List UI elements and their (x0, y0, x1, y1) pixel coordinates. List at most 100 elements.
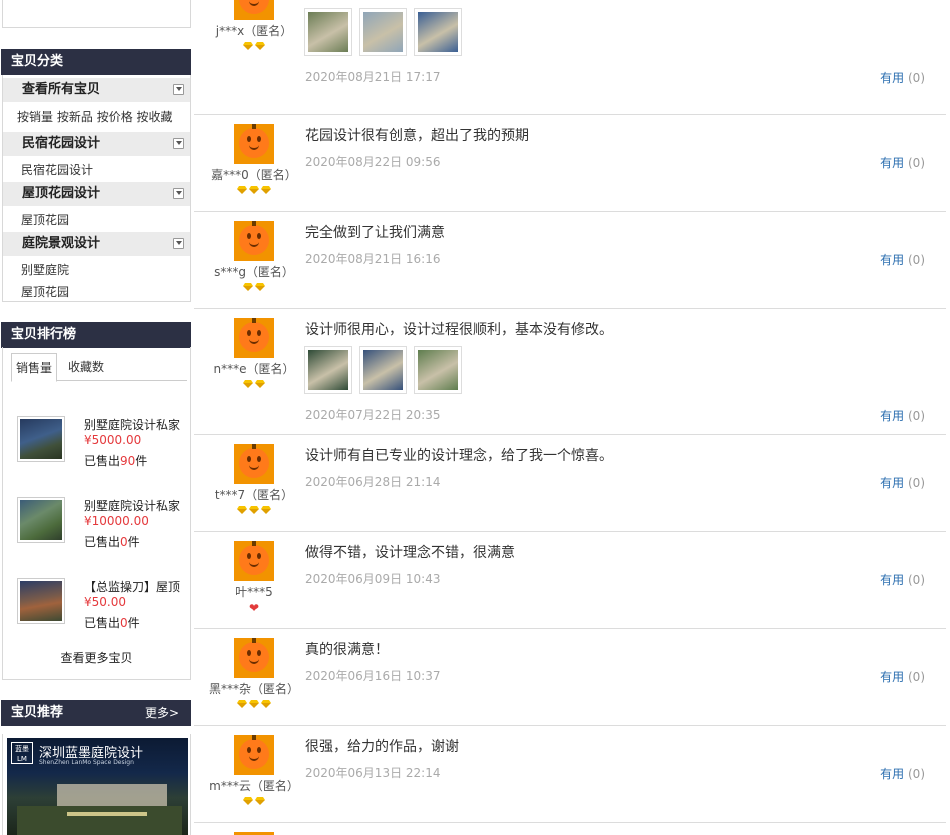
useful-button[interactable]: 有用 (0) (880, 765, 925, 782)
user-avatar[interactable] (234, 444, 274, 484)
category-box: 查看所有宝贝 按销量 按新品 按价格 按收藏 民宿花园设计 民宿花园设计 屋顶花… (2, 75, 191, 302)
category-link-rooftop-garden[interactable]: 屋顶花园 (21, 211, 69, 228)
collapse-toggle-icon[interactable] (173, 138, 184, 149)
product-thumbnail[interactable] (17, 416, 65, 462)
category-group-label: 屋顶花园设计 (22, 186, 101, 201)
review-date: 2020年06月13日 22:14 (305, 766, 441, 780)
user-avatar[interactable] (234, 638, 274, 678)
review-text: 设计师有自已专业的设计理念，给了我一个惊喜。 (305, 448, 613, 464)
reputation-gem-icon (237, 506, 247, 514)
review-date: 2020年06月16日 10:37 (305, 669, 441, 683)
banner-garden-shape (17, 806, 182, 835)
tab-sales[interactable]: 销售量 (11, 353, 58, 382)
review-divider (194, 725, 946, 726)
category-link-villa-courtyard[interactable]: 别墅庭院 (21, 261, 69, 278)
useful-count: (0) (908, 573, 925, 587)
review-text: 花园设计很有创意，超出了我的预期 (305, 128, 529, 144)
category-link-rooftop-garden-2[interactable]: 屋顶花园 (21, 283, 69, 300)
useful-button[interactable]: 有用 (0) (880, 571, 925, 588)
sort-by-new-link[interactable]: 按新品 (57, 110, 93, 124)
category-group-rooftop[interactable]: 屋顶花园设计 (3, 182, 190, 206)
product-sold: 已售出0件 (84, 535, 140, 549)
sort-links: 按销量 按新品 按价格 按收藏 (17, 108, 173, 125)
sidebar: 宝贝分类 查看所有宝贝 按销量 按新品 按价格 按收藏 民宿花园设计 民宿花园设… (0, 0, 192, 835)
useful-button[interactable]: 有用 (0) (880, 154, 925, 171)
review-photo[interactable] (414, 346, 462, 394)
useful-button[interactable]: 有用 (0) (880, 69, 925, 86)
sort-by-favorites-link[interactable]: 按收藏 (137, 110, 173, 124)
reputation-gem-icon (249, 186, 259, 194)
review-photo[interactable] (304, 346, 352, 394)
reviewer-level (194, 506, 314, 517)
useful-count: (0) (908, 71, 925, 85)
recommend-more-link[interactable]: 更多> (145, 700, 179, 726)
collapse-toggle-icon[interactable] (173, 84, 184, 95)
useful-count: (0) (908, 409, 925, 423)
user-avatar[interactable] (234, 735, 274, 775)
category-group-minsu[interactable]: 民宿花园设计 (3, 132, 190, 156)
review-date: 2020年08月21日 17:17 (305, 70, 441, 84)
recommend-title: 宝贝推荐 (11, 705, 64, 720)
review-date: 2020年06月09日 10:43 (305, 572, 441, 586)
recommend-banner-image[interactable]: 蓝墨 LM 深圳蓝墨庭院设计 ShenZhen LanMo Space Desi… (7, 738, 188, 835)
category-group-label: 庭院景观设计 (22, 236, 101, 251)
user-avatar[interactable] (234, 541, 274, 581)
user-avatar[interactable] (234, 124, 274, 164)
ranking-item[interactable]: 别墅庭院设计私家 ¥5000.00 已售出90件 (17, 416, 187, 476)
product-sold: 已售出90件 (84, 454, 148, 468)
useful-button[interactable]: 有用 (0) (880, 668, 925, 685)
reviewer-name: n***e（匿名） (213, 362, 295, 376)
banner-light-shape (67, 812, 147, 816)
reviewer-name: j***x（匿名） (215, 24, 293, 38)
ranking-item[interactable]: 【总监操刀】屋顶 ¥50.00 已售出0件 (17, 578, 187, 638)
product-sold: 已售出0件 (84, 616, 140, 630)
review-photo[interactable] (359, 8, 407, 56)
review-date: 2020年08月22日 09:56 (305, 155, 441, 169)
category-group-label: 民宿花园设计 (22, 136, 101, 151)
category-link-minsu-garden[interactable]: 民宿花园设计 (21, 161, 93, 178)
collapse-toggle-icon[interactable] (173, 238, 184, 249)
reviewer-level (194, 42, 314, 53)
ranking-tabs: 销售量 收藏数 (11, 353, 187, 382)
product-title[interactable]: 别墅庭院设计私家 (84, 497, 187, 514)
product-thumbnail[interactable] (17, 578, 65, 624)
reputation-gem-icon (249, 506, 259, 514)
product-title[interactable]: 【总监操刀】屋顶 (84, 578, 187, 595)
reviewer-name: 嘉***0（匿名） (211, 168, 297, 182)
reviewer-level (194, 700, 314, 711)
review-divider (194, 434, 946, 435)
product-title[interactable]: 别墅庭院设计私家 (84, 416, 187, 433)
tab-favorites[interactable]: 收藏数 (64, 353, 108, 382)
ranking-header: 宝贝排行榜 (1, 322, 191, 348)
product-price: ¥50.00 (84, 595, 126, 609)
category-group-courtyard[interactable]: 庭院景观设计 (3, 232, 190, 256)
collapse-toggle-icon[interactable] (173, 188, 184, 199)
useful-button[interactable]: 有用 (0) (880, 474, 925, 491)
user-avatar[interactable] (234, 221, 274, 261)
reputation-gem-icon (261, 506, 271, 514)
review-date: 2020年08月21日 16:16 (305, 252, 441, 266)
reputation-gem-icon (243, 380, 253, 388)
sort-by-sales-link[interactable]: 按销量 (17, 110, 53, 124)
product-thumbnail[interactable] (17, 497, 65, 543)
review-photo[interactable] (414, 8, 462, 56)
reputation-gem-icon (243, 797, 253, 805)
ranking-item[interactable]: 别墅庭院设计私家 ¥10000.00 已售出0件 (17, 497, 187, 557)
reviewer-level (194, 283, 314, 294)
review-photo[interactable] (304, 8, 352, 56)
category-all-items[interactable]: 查看所有宝贝 (3, 78, 190, 102)
view-more-products-link[interactable]: 查看更多宝贝 (3, 649, 190, 666)
useful-count: (0) (908, 476, 925, 490)
useful-label: 有用 (880, 409, 905, 423)
useful-button[interactable]: 有用 (0) (880, 251, 925, 268)
category-all-items-label: 查看所有宝贝 (22, 82, 101, 97)
sidebar-top-box (2, 0, 191, 28)
review-photo[interactable] (359, 346, 407, 394)
user-avatar[interactable] (234, 0, 274, 20)
useful-button[interactable]: 有用 (0) (880, 407, 925, 424)
sort-by-price-link[interactable]: 按价格 (97, 110, 133, 124)
review-divider (194, 308, 946, 309)
reputation-gem-icon (243, 42, 253, 50)
user-avatar[interactable] (234, 318, 274, 358)
reputation-gem-icon (249, 700, 259, 708)
